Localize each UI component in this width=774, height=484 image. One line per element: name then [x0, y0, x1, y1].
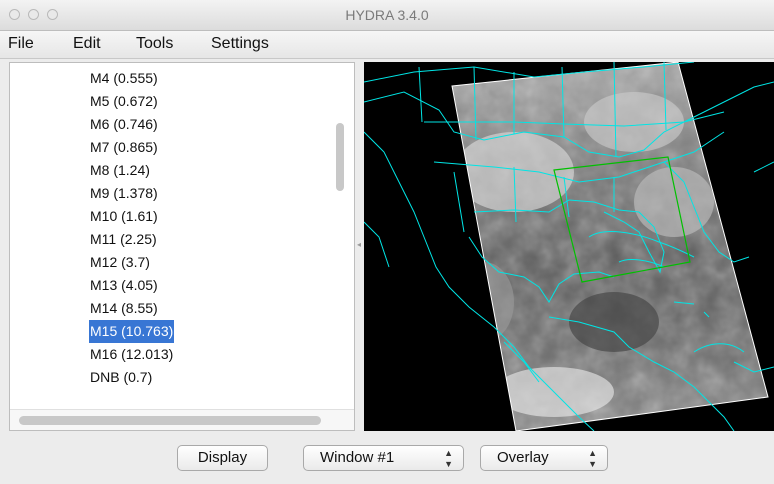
band-list-item[interactable]: M10 (1.61) [10, 205, 354, 228]
band-list-item[interactable]: M5 (0.672) [10, 90, 354, 113]
band-list-item[interactable]: M13 (4.05) [10, 274, 354, 297]
band-label: M7 (0.865) [90, 139, 158, 155]
band-label: M5 (0.672) [90, 93, 158, 109]
select-arrows-icon: ▲ ▼ [588, 448, 597, 469]
band-label: M11 (2.25) [90, 231, 157, 247]
map-canvas [364, 62, 774, 431]
horizontal-scrollbar[interactable] [10, 409, 354, 430]
band-list-item[interactable]: M12 (3.7) [10, 251, 354, 274]
band-label: M16 (12.013) [90, 346, 174, 362]
menu-tools[interactable]: Tools [136, 35, 173, 53]
band-list-item[interactable]: M14 (8.55) [10, 297, 354, 320]
bottom-control-bar: Display Window #1 ▲ ▼ Overlay ▲ ▼ [0, 432, 774, 484]
band-label: M6 (0.746) [90, 116, 158, 132]
display-button[interactable]: Display [177, 445, 268, 471]
band-list-item[interactable]: M4 (0.555) [10, 67, 354, 90]
band-list-item[interactable]: M16 (12.013) [10, 343, 354, 366]
band-label: M8 (1.24) [90, 162, 150, 178]
band-label: M12 (3.7) [90, 254, 150, 270]
band-list-panel: M4 (0.555) M5 (0.672) M6 (0.746) M7 (0.865)… [9, 62, 355, 431]
horizontal-scrollbar-thumb[interactable] [19, 416, 321, 425]
vertical-scrollbar-thumb[interactable] [336, 123, 344, 191]
band-list-item[interactable]: M8 (1.24) [10, 159, 354, 182]
band-label: M13 (4.05) [90, 277, 158, 293]
overlay-select[interactable]: Overlay ▲ ▼ [480, 445, 608, 471]
band-list-item[interactable]: M9 (1.378) [10, 182, 354, 205]
overlay-select-value: Overlay [497, 449, 549, 466]
menu-settings[interactable]: Settings [211, 35, 269, 53]
menu-bar: File Edit Tools Settings [0, 31, 774, 59]
band-list-item[interactable]: DNB (0.7) [10, 366, 354, 389]
window-select[interactable]: Window #1 ▲ ▼ [303, 445, 464, 471]
band-label: M9 (1.378) [90, 185, 158, 201]
window-select-value: Window #1 [320, 449, 395, 466]
band-list-item[interactable]: M15 (10.763) [10, 320, 354, 343]
band-list-item[interactable]: M11 (2.25) [10, 228, 354, 251]
menu-edit[interactable]: Edit [73, 35, 101, 53]
satellite-swath-image [451, 62, 769, 431]
window-title: HYDRA 3.4.0 [345, 7, 429, 23]
select-arrows-icon: ▲ ▼ [444, 448, 453, 469]
band-label: DNB (0.7) [90, 369, 153, 385]
band-label: M15 (10.763) [89, 320, 175, 343]
band-list-item[interactable]: M6 (0.746) [10, 113, 354, 136]
menu-file[interactable]: File [8, 35, 34, 53]
band-list: M4 (0.555) M5 (0.672) M6 (0.746) M7 (0.865)… [10, 67, 354, 389]
band-list-item[interactable]: M7 (0.865) [10, 136, 354, 159]
split-pane-divider[interactable]: ◂ [355, 62, 364, 431]
map-display[interactable] [364, 62, 774, 431]
band-label: M10 (1.61) [90, 208, 158, 224]
divider-grip-icon: ◂ [357, 240, 362, 249]
band-label: M4 (0.555) [90, 70, 158, 86]
band-label: M14 (8.55) [90, 300, 158, 316]
title-bar: HYDRA 3.4.0 [0, 0, 774, 31]
